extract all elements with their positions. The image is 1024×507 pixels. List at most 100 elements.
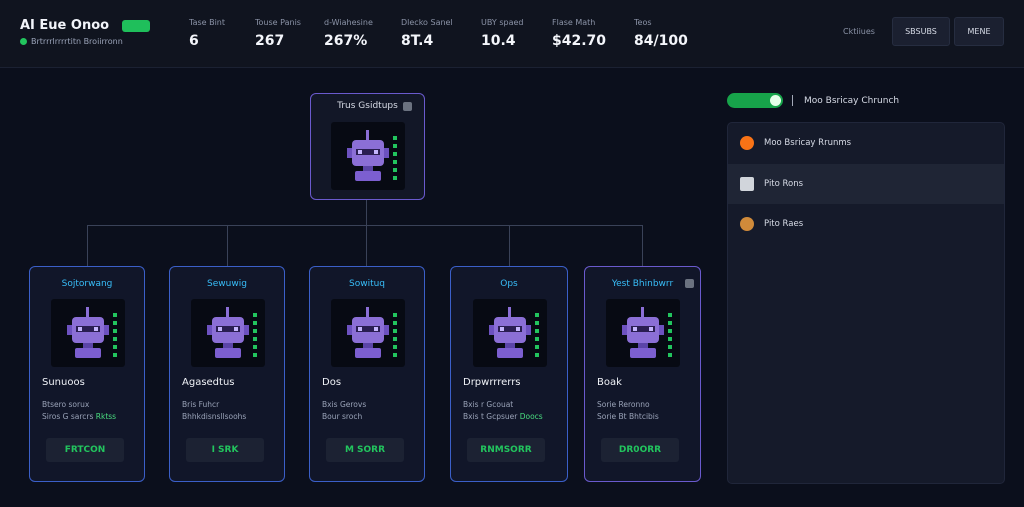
app-subtitle-text: Brtrrrlrrrrtitn Broiirronn <box>31 37 123 46</box>
agent-description: Sorie Reronno Sorie Bt Bhtcibis <box>597 399 659 423</box>
desc-line-1: Btsero sorux <box>42 400 90 409</box>
stat-value: 8T.4 <box>401 33 434 49</box>
panel-item-2[interactable]: Pito Rons <box>728 164 1004 204</box>
agent-card-5[interactable]: Yest Bhinbwrr Boak Sorie Reronno Sorie B… <box>584 266 701 482</box>
stat-1: Tase Bint 6 <box>189 18 225 49</box>
stat-label: Tase Bint <box>189 18 226 27</box>
card-title: Ops <box>500 279 518 289</box>
panel-item-1[interactable]: Moo Bsricay Rrunms <box>728 123 1004 163</box>
panel-title: Moo Bsricay Chrunch <box>804 96 900 106</box>
lion-icon <box>740 217 754 231</box>
connector-bus <box>87 225 643 226</box>
connector-drop <box>227 225 228 266</box>
agent-action-button[interactable]: I SRK <box>186 438 264 462</box>
agent-avatar <box>191 299 265 367</box>
brand: AI Eue Onoo Brtrrrlrrrrtitn Broiirronn <box>20 18 150 46</box>
header-link[interactable]: Cktiiues <box>843 27 875 36</box>
desc-line-1: Bxis Gerovs <box>322 400 367 409</box>
activity-meter <box>393 313 397 361</box>
panel-item-label: Moo Bsricay Rrunms <box>764 138 852 148</box>
panel-item-label: Pito Rons <box>764 179 804 189</box>
desc-line-2: Bhhkdisnsllsoohs <box>182 411 246 423</box>
connector-drop <box>366 225 367 266</box>
agent-name: Boak <box>597 377 622 388</box>
connector-drop <box>87 225 88 266</box>
desc-highlight: Doocs <box>519 412 543 421</box>
stat-value: 267% <box>324 33 368 49</box>
lock-icon <box>685 279 694 288</box>
stat-6: Flase Math $42.70 <box>552 18 606 49</box>
root-agent-card[interactable]: Trus Gsidtups <box>310 93 425 200</box>
agent-name: Dos <box>322 377 342 388</box>
agent-avatar <box>331 122 405 190</box>
stat-4: Dlecko Sanel 8T.4 <box>401 18 453 49</box>
panel-toggle[interactable] <box>727 93 783 108</box>
stat-label: Teos <box>634 18 652 27</box>
activity-meter <box>668 313 672 361</box>
stat-value: 10.4 <box>481 33 516 49</box>
robot-icon <box>347 130 389 181</box>
card-title: Sojtorwang <box>61 279 113 289</box>
agent-description: Btsero sorux Siros G sarcrs Rktss <box>42 399 116 423</box>
toggle-knob <box>770 95 781 106</box>
agent-name: Drpwrrrerrs <box>463 377 521 388</box>
desc-text: Siros G sarcrs <box>42 412 94 421</box>
agent-action-button[interactable]: RNMSORR <box>467 438 545 462</box>
desc-text: Sorie Bt Bhtcibis <box>597 412 659 421</box>
desc-line-2: Bxis t Gcpsuer Doocs <box>463 411 543 423</box>
desc-highlight: Rktss <box>95 412 117 421</box>
shield-icon <box>740 136 754 150</box>
app-title: AI Eue Onoo <box>20 18 110 33</box>
robot-icon <box>67 307 109 358</box>
stat-value: $42.70 <box>552 33 607 49</box>
status-dot-icon <box>20 38 27 45</box>
agent-card-4[interactable]: Ops Drpwrrrerrs Bxis r Gcouat Bxis t Gcp… <box>450 266 568 482</box>
desc-text: Bhhkdisnsllsoohs <box>182 412 247 421</box>
header-button-2[interactable]: MENE <box>954 17 1004 46</box>
agent-action-button[interactable]: FRTCON <box>46 438 124 462</box>
robot-icon <box>347 307 389 358</box>
stat-value: 6 <box>189 33 199 49</box>
agent-name: Agasedtus <box>182 377 235 388</box>
agent-action-button[interactable]: M SORR <box>326 438 404 462</box>
stat-label: d-Wiahesine <box>324 18 373 27</box>
agent-card-2[interactable]: Sewuwig Agasedtus Bris Fuhcr Bhhkdisnsll… <box>169 266 285 482</box>
robot-icon <box>622 307 664 358</box>
activity-meter <box>535 313 539 361</box>
status-badge <box>122 20 150 32</box>
connector-drop <box>642 225 643 266</box>
stat-label: Flase Math <box>552 18 596 27</box>
agent-card-3[interactable]: Sowituq Dos Bxis Gerovs Bour sroch M SOR… <box>309 266 425 482</box>
stat-7: Teos 84/100 <box>634 18 688 49</box>
agent-action-button[interactable]: DR0ORR <box>601 438 679 462</box>
desc-line-1: Bxis r Gcouat <box>463 400 514 409</box>
stat-label: UBY spaed <box>481 18 524 27</box>
lock-icon <box>403 102 412 111</box>
card-title: Yest Bhinbwrr <box>611 279 674 289</box>
agent-description: Bxis Gerovs Bour sroch <box>322 399 366 423</box>
desc-line-1: Bris Fuhcr <box>182 400 220 409</box>
desc-line-2: Sorie Bt Bhtcibis <box>597 411 659 423</box>
agent-avatar <box>331 299 405 367</box>
desc-line-2: Bour sroch <box>322 411 366 423</box>
activity-meter <box>113 313 117 361</box>
agent-avatar <box>473 299 547 367</box>
app-subtitle: Brtrrrlrrrrtitn Broiirronn <box>20 37 123 46</box>
agent-card-1[interactable]: Sojtorwang Sunuoos Btsero sorux Siros G … <box>29 266 145 482</box>
top-header: AI Eue Onoo Brtrrrlrrrrtitn Broiirronn T… <box>0 0 1024 68</box>
robot-icon <box>489 307 531 358</box>
stat-value: 84/100 <box>634 33 688 49</box>
activity-meter <box>393 136 397 184</box>
desc-text: Bour sroch <box>322 412 363 421</box>
panel-item-label: Pito Raes <box>764 219 804 229</box>
card-title: Sewuwig <box>207 279 247 289</box>
header-button-1[interactable]: SBSUBS <box>892 17 950 46</box>
connector-drop <box>509 225 510 266</box>
panel-item-3[interactable]: Pito Raes <box>728 204 1004 244</box>
divider <box>792 95 793 106</box>
agent-avatar <box>606 299 680 367</box>
stat-label: Dlecko Sanel <box>401 18 453 27</box>
agent-description: Bris Fuhcr Bhhkdisnsllsoohs <box>182 399 246 423</box>
stat-label: Touse Panis <box>255 18 301 27</box>
card-title: Sowituq <box>348 279 386 289</box>
